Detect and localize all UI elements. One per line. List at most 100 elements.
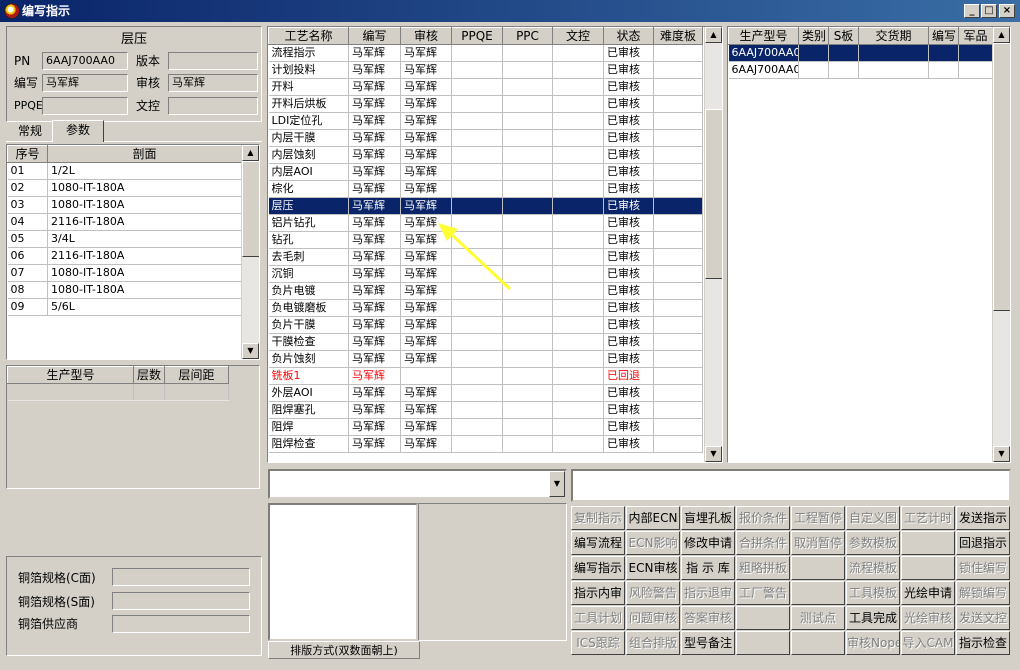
scroll-down-icon[interactable]: ▼ — [993, 446, 1010, 462]
column-header[interactable]: S板 — [828, 27, 859, 45]
table-row[interactable]: 6AAJ700AA0 — [728, 44, 993, 62]
pn-field[interactable]: 6AAJ700AA0 — [42, 52, 128, 70]
action-button[interactable]: 指示退审 — [681, 581, 735, 605]
action-button[interactable]: 工具计划 — [571, 606, 625, 630]
section-scrollbar[interactable]: ▲ ▼ — [241, 145, 259, 359]
action-button[interactable]: 指示检查 — [956, 631, 1010, 655]
scroll-up-icon[interactable]: ▲ — [705, 27, 722, 43]
scroll-up-icon[interactable]: ▲ — [993, 27, 1010, 43]
action-button[interactable]: 光绘申请 — [901, 581, 955, 605]
table-row[interactable]: 03 1080-IT-180A — [7, 196, 242, 214]
action-button[interactable]: 工具模板 — [846, 581, 900, 605]
action-button[interactable]: 工厂警告 — [736, 581, 790, 605]
column-header[interactable]: 军品 — [958, 27, 993, 45]
filter-combobox[interactable]: ▼ — [268, 469, 567, 499]
action-button[interactable]: 指示内审 — [571, 581, 625, 605]
left-list-box[interactable] — [268, 503, 418, 641]
message-field[interactable] — [571, 469, 1011, 502]
copper-supplier-field[interactable] — [112, 615, 250, 633]
column-header[interactable]: PPQE — [451, 27, 503, 45]
column-header[interactable]: 编写 — [928, 27, 959, 45]
action-button[interactable]: 修改申请 — [681, 531, 735, 555]
action-button[interactable]: ECN影响 — [626, 531, 680, 555]
table-row[interactable]: 05 3/4L — [7, 230, 242, 248]
column-header[interactable]: 难度板 — [653, 27, 703, 45]
action-button[interactable]: 报价条件 — [736, 506, 790, 530]
action-button[interactable]: 审核Nope — [846, 631, 900, 655]
action-button[interactable]: 工具完成 — [846, 606, 900, 630]
action-button[interactable]: 光绘审核 — [901, 606, 955, 630]
copper-s-field[interactable] — [112, 592, 250, 610]
column-header[interactable]: 状态 — [603, 27, 654, 45]
column-header[interactable]: 类别 — [798, 27, 829, 45]
table-row[interactable]: 08 1080-IT-180A — [7, 281, 242, 299]
table-row[interactable]: 干膜检查 马军辉 马军辉 已审核 — [268, 333, 703, 351]
table-row[interactable]: 6AAJ700AA0 — [728, 61, 993, 79]
action-button[interactable]: 解锁编写 — [956, 581, 1010, 605]
action-button[interactable]: 测试点 — [791, 606, 845, 630]
action-button[interactable]: 发送文控 — [956, 606, 1010, 630]
action-button[interactable]: 复制指示 — [571, 506, 625, 530]
minimize-button[interactable]: _ — [964, 4, 980, 18]
action-button[interactable]: 工程暂停 — [791, 506, 845, 530]
table-row[interactable]: 层压 马军辉 马军辉 已审核 — [268, 197, 703, 215]
close-button[interactable]: × — [999, 4, 1015, 18]
column-header[interactable]: 层数 — [132, 366, 166, 384]
table-row[interactable]: 外层AOI 马军辉 马军辉 已审核 — [268, 384, 703, 402]
action-button[interactable]: 锁住编写 — [956, 556, 1010, 580]
table-row[interactable]: 01 1/2L — [7, 162, 242, 180]
table-row[interactable]: 计划投料 马军辉 马军辉 已审核 — [268, 61, 703, 79]
action-button[interactable]: ECN审核 — [626, 556, 680, 580]
table-row[interactable]: 阻焊检查 马军辉 马军辉 已审核 — [268, 435, 703, 453]
right-list-box[interactable] — [418, 503, 567, 641]
column-header[interactable]: 交货期 — [858, 27, 929, 45]
table-row[interactable]: 02 1080-IT-180A — [7, 179, 242, 197]
table-row[interactable]: 阻焊 马军辉 马军辉 已审核 — [268, 418, 703, 436]
scroll-up-icon[interactable]: ▲ — [242, 145, 259, 161]
action-button[interactable]: 取消暂停 — [791, 531, 845, 555]
process-scrollbar[interactable]: ▲ ▼ — [704, 27, 722, 462]
action-button[interactable]: ICS跟踪 — [571, 631, 625, 655]
table-row[interactable]: 棕化 马军辉 马军辉 已审核 — [268, 180, 703, 198]
action-button[interactable]: 型号备注 — [681, 631, 735, 655]
action-button[interactable]: 粗略拼板 — [736, 556, 790, 580]
table-row[interactable]: 负片蚀刻 马军辉 马军辉 已审核 — [268, 350, 703, 368]
action-button[interactable]: 工艺计时 — [901, 506, 955, 530]
tab-params[interactable]: 参数 — [52, 120, 104, 142]
table-row[interactable]: 开料后烘板 马军辉 马军辉 已审核 — [268, 95, 703, 113]
action-button[interactable]: 发送指示 — [956, 506, 1010, 530]
action-button[interactable]: 回退指示 — [956, 531, 1010, 555]
table-row[interactable]: 阻焊塞孔 马军辉 马军辉 已审核 — [268, 401, 703, 419]
version-field[interactable] — [168, 52, 258, 70]
author-field[interactable]: 马军辉 — [42, 74, 128, 92]
column-header[interactable]: 编写 — [348, 27, 401, 45]
column-header[interactable]: 生产型号 — [7, 366, 134, 384]
table-row[interactable]: 07 1080-IT-180A — [7, 264, 242, 282]
table-row[interactable]: 负电镀磨板 马军辉 马军辉 已审核 — [268, 299, 703, 317]
tab-general[interactable]: 常规 — [6, 122, 54, 142]
table-row[interactable]: 内层蚀刻 马军辉 马军辉 已审核 — [268, 146, 703, 164]
table-row[interactable]: 06 2116-IT-180A — [7, 247, 242, 265]
table-row[interactable]: 04 2116-IT-180A — [7, 213, 242, 231]
chevron-down-icon[interactable]: ▼ — [549, 471, 565, 497]
column-header[interactable]: 文控 — [552, 27, 604, 45]
action-button[interactable]: 盲埋孔板 — [681, 506, 735, 530]
action-button[interactable]: 参数模板 — [846, 531, 900, 555]
table-row[interactable]: 内层干膜 马军辉 马军辉 已审核 — [268, 129, 703, 147]
table-row[interactable]: 负片干膜 马军辉 马军辉 已审核 — [268, 316, 703, 334]
action-button[interactable]: 编写流程 — [571, 531, 625, 555]
column-header[interactable]: 剖面 — [47, 145, 242, 163]
action-button[interactable]: 内部ECN — [626, 506, 680, 530]
action-button[interactable]: 导入CAM — [901, 631, 955, 655]
copper-c-field[interactable] — [112, 568, 250, 586]
scroll-down-icon[interactable]: ▼ — [705, 446, 722, 462]
model-grid-scrollbar[interactable]: ▲ ▼ — [992, 27, 1010, 462]
column-header[interactable]: PPC — [502, 27, 553, 45]
action-button[interactable]: 答案审核 — [681, 606, 735, 630]
action-button[interactable]: 风险警告 — [626, 581, 680, 605]
action-button[interactable]: 合拼条件 — [736, 531, 790, 555]
table-row[interactable]: LDI定位孔 马军辉 马军辉 已审核 — [268, 112, 703, 130]
action-button[interactable]: 编写指示 — [571, 556, 625, 580]
scroll-thumb[interactable] — [705, 109, 722, 279]
ppqe-field[interactable] — [42, 97, 128, 115]
